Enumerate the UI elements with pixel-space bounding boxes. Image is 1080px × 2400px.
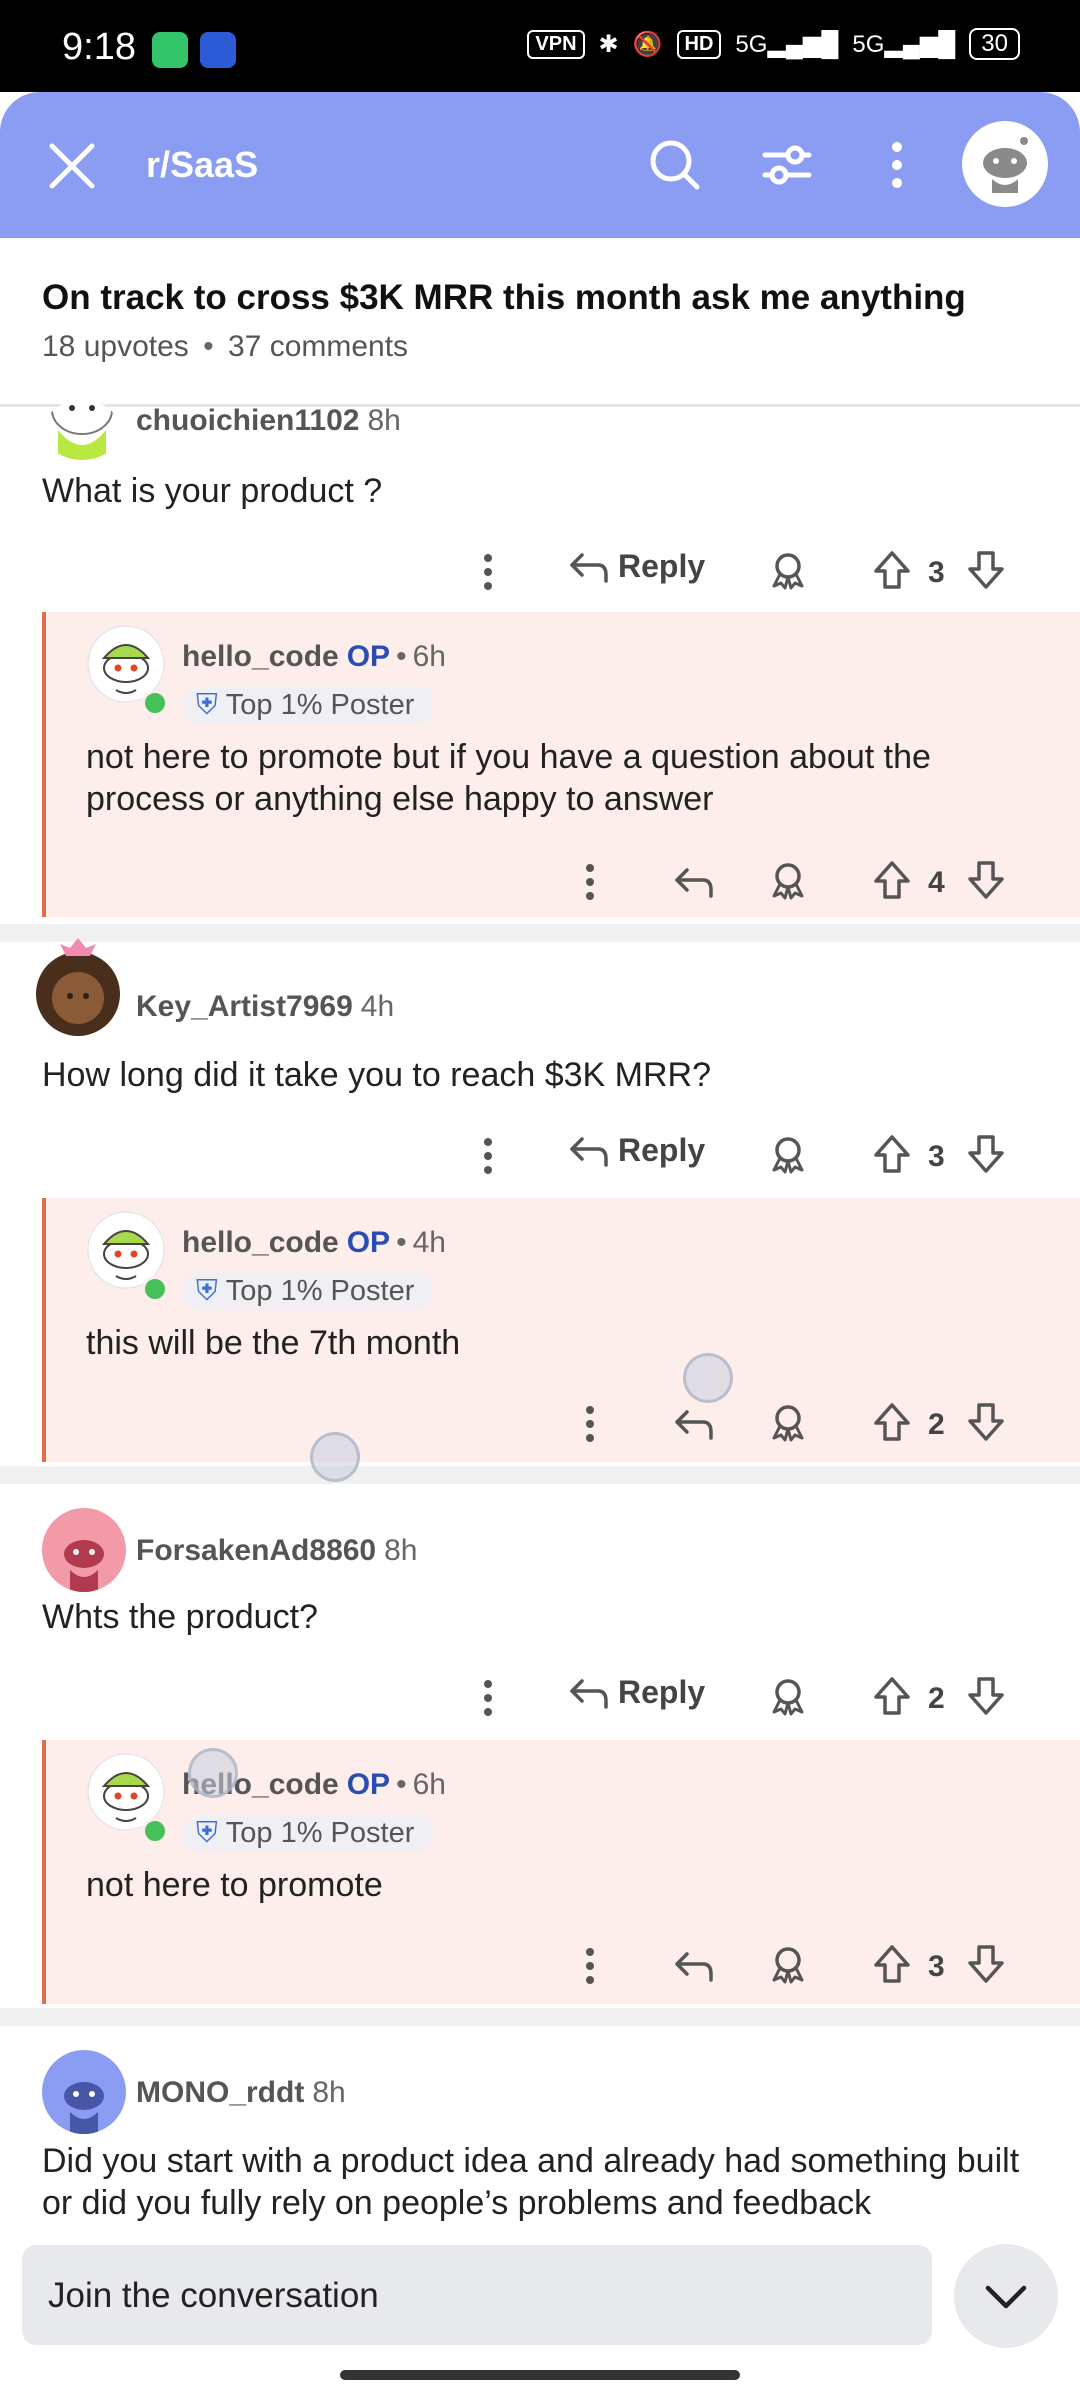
- reply-arrow-icon[interactable]: [672, 1944, 716, 1988]
- reply-arrow-icon: [570, 1678, 608, 1709]
- more-vert-icon[interactable]: [862, 130, 932, 200]
- signal-icon: 5G▂▄▆█: [852, 30, 956, 58]
- downvote-icon[interactable]: [964, 1400, 1008, 1444]
- comment-author[interactable]: Key_Artist7969 4h: [136, 990, 394, 1024]
- online-indicator: [142, 1818, 168, 1844]
- user-avatar[interactable]: [962, 121, 1048, 207]
- app-notification-icon: [152, 32, 188, 68]
- reply-button[interactable]: Reply: [568, 548, 705, 585]
- mute-icon: 🔕: [632, 30, 663, 58]
- home-indicator[interactable]: [340, 2370, 740, 2380]
- upvote-icon[interactable]: [870, 1942, 914, 1986]
- comment-body: How long did it take you to reach $3K MR…: [42, 1056, 712, 1094]
- subreddit-name[interactable]: r/SaaS: [146, 144, 258, 186]
- award-icon[interactable]: [766, 1400, 810, 1444]
- reply-button[interactable]: Reply: [568, 1674, 705, 1711]
- commenter-avatar[interactable]: [44, 400, 120, 460]
- comment-count: 37 comments: [227, 330, 409, 363]
- collapse-button[interactable]: [954, 2244, 1058, 2348]
- post-title[interactable]: On track to cross $3K MRR this month ask…: [42, 278, 966, 318]
- reply-arrow-icon[interactable]: [672, 860, 716, 904]
- more-options-icon[interactable]: [478, 1676, 498, 1720]
- reply-body: not here to promote: [86, 1866, 383, 1904]
- downvote-icon[interactable]: [964, 548, 1008, 592]
- vote-count: 3: [928, 556, 945, 589]
- chevron-down-icon: [985, 2285, 1027, 2309]
- award-icon[interactable]: [766, 548, 810, 592]
- commenter-avatar[interactable]: [30, 934, 126, 1044]
- comment-author[interactable]: chuoichien1102 8h: [136, 404, 401, 438]
- thread-separator: [0, 924, 1080, 942]
- reply-author[interactable]: hello_code OP • 6h: [182, 640, 446, 674]
- more-options-icon[interactable]: [478, 550, 498, 594]
- touch-indicator: [310, 1432, 360, 1482]
- comment-body: What is your product ?: [42, 472, 383, 510]
- comment-input-placeholder[interactable]: Join the conversation: [48, 2276, 379, 2316]
- comment-author[interactable]: ForsakenAd8860 8h: [136, 1534, 418, 1568]
- commenter-avatar[interactable]: [42, 1508, 126, 1592]
- vote-count: 2: [928, 1682, 945, 1715]
- upvote-icon[interactable]: [870, 548, 914, 592]
- status-indicators: VPN ✱ 🔕 HD 5G▂▄▆█ 5G▂▄▆█ 30: [527, 28, 1020, 60]
- signal-icon: 5G▂▄▆█: [735, 30, 839, 58]
- user-flair: ⛨ Top 1% Poster: [182, 1272, 435, 1310]
- upvote-icon[interactable]: [870, 1674, 914, 1718]
- user-flair: ⛨ Top 1% Poster: [182, 1814, 435, 1852]
- separator: •: [203, 330, 214, 363]
- reply-body: not here to promote but if you have a qu…: [86, 738, 931, 818]
- user-flair: ⛨ Top 1% Poster: [182, 686, 435, 724]
- vpn-icon: VPN: [527, 29, 585, 59]
- vote-count: 3: [928, 1950, 945, 1983]
- commenter-avatar[interactable]: [42, 2050, 126, 2134]
- award-icon[interactable]: [766, 1674, 810, 1718]
- reply-button[interactable]: Reply: [568, 1132, 705, 1169]
- more-options-icon[interactable]: [478, 1134, 498, 1178]
- flair-icon: ⛨: [196, 688, 218, 721]
- flair-icon: ⛨: [196, 1816, 218, 1849]
- filter-icon[interactable]: [752, 130, 822, 200]
- award-icon[interactable]: [766, 1942, 810, 1986]
- downvote-icon[interactable]: [964, 1674, 1008, 1718]
- more-options-icon[interactable]: [580, 1944, 600, 1988]
- reply-arrow-icon: [570, 1136, 608, 1167]
- status-bar: 9:18 VPN ✱ 🔕 HD 5G▂▄▆█ 5G▂▄▆█ 30: [0, 0, 1080, 92]
- flair-icon: ⛨: [196, 1274, 218, 1307]
- upvote-icon[interactable]: [870, 858, 914, 902]
- touch-indicator: [188, 1748, 238, 1798]
- reply-author[interactable]: hello_code OP • 4h: [182, 1226, 446, 1260]
- close-icon[interactable]: [46, 140, 98, 192]
- upvote-icon[interactable]: [870, 1400, 914, 1444]
- online-indicator: [142, 1276, 168, 1302]
- vote-count: 3: [928, 1140, 945, 1173]
- comment-author[interactable]: MONO_rddt 8h: [136, 2076, 346, 2110]
- hd-icon: HD: [676, 29, 722, 59]
- thread-separator: [0, 1466, 1080, 1484]
- post-meta: 18 upvotes • 37 comments: [42, 330, 408, 364]
- thread-separator: [0, 2008, 1080, 2026]
- battery-icon: 30: [969, 28, 1020, 60]
- downvote-icon[interactable]: [964, 1942, 1008, 1986]
- search-icon[interactable]: [640, 130, 710, 200]
- downvote-icon[interactable]: [964, 858, 1008, 902]
- more-options-icon[interactable]: [580, 1402, 600, 1446]
- upvote-count: 18 upvotes: [42, 330, 189, 363]
- reply-body: this will be the 7th month: [86, 1324, 461, 1362]
- downvote-icon[interactable]: [964, 1132, 1008, 1176]
- more-options-icon[interactable]: [580, 860, 600, 904]
- online-indicator: [142, 690, 168, 716]
- reply-arrow-icon: [570, 552, 608, 583]
- app-notification-icon: [200, 32, 236, 68]
- vote-count: 4: [928, 866, 945, 899]
- bluetooth-icon: ✱: [598, 30, 619, 58]
- status-time: 9:18: [62, 26, 136, 68]
- touch-indicator: [683, 1353, 733, 1403]
- comment-body: Whts the product?: [42, 1598, 318, 1636]
- reply-arrow-icon[interactable]: [672, 1402, 716, 1446]
- comment-body: Did you start with a product idea and al…: [42, 2142, 1020, 2222]
- award-icon[interactable]: [766, 1132, 810, 1176]
- award-icon[interactable]: [766, 858, 810, 902]
- upvote-icon[interactable]: [870, 1132, 914, 1176]
- vote-count: 2: [928, 1408, 945, 1441]
